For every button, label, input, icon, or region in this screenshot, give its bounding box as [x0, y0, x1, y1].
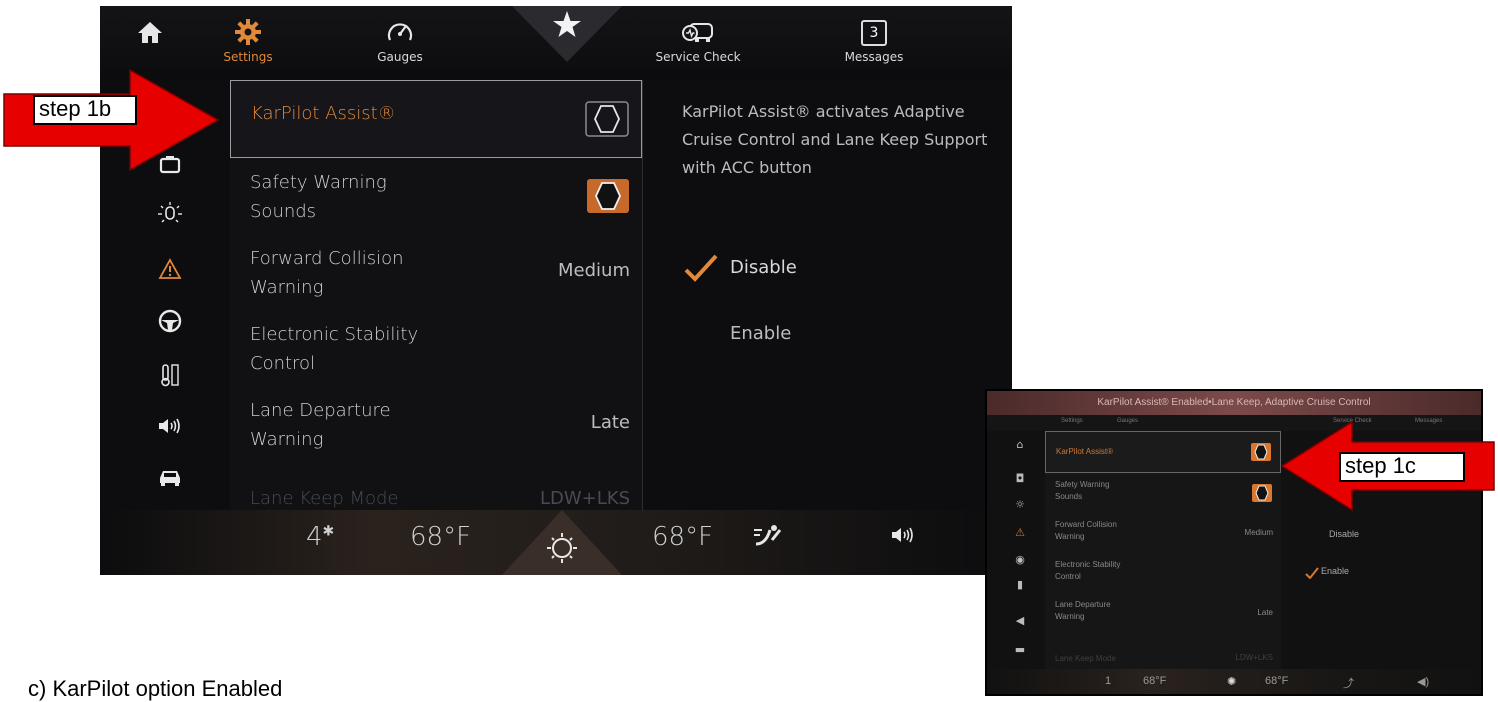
airflow-icon[interactable]: [752, 524, 782, 556]
nav-service-label: Service Check: [655, 50, 741, 64]
option-enable[interactable]: Enable: [730, 323, 791, 344]
right-temperature[interactable]: 68°F: [652, 522, 713, 552]
electronic-stability-label: Electronic Stability Control: [250, 324, 419, 374]
inset-title-banner: KarPilot Assist® Enabled•Lane Keep, Adap…: [987, 391, 1481, 415]
inset-settings-list: KarPilot Assist® Safety Warning Sounds F…: [1045, 431, 1281, 670]
inset-climate-icon: ▮: [1016, 578, 1024, 591]
inset-airflow-icon: ⤴: [1343, 678, 1354, 690]
setting-description: KarPilot Assist® activates Adaptive Crui…: [682, 102, 988, 177]
light-icon[interactable]: [156, 201, 184, 229]
nav-gauges[interactable]: Gauges: [368, 12, 432, 78]
inset-home-icon: ⌂: [1016, 438, 1024, 451]
inset-left-temp: 68°F: [1143, 675, 1167, 687]
karpilot-assist-label: KarPilot Assist®: [251, 103, 396, 124]
inset-option-disable: Disable: [1329, 529, 1360, 539]
inset-row-lane-keep: Lane Keep Mode LDW+LKS: [1045, 633, 1281, 670]
lane-departure-label: Lane Departure Warning: [250, 400, 391, 450]
inset-row-karpilot: KarPilot Assist®: [1045, 431, 1281, 473]
inset-vehicle-icon: ▬: [1014, 643, 1026, 656]
karpilot-toggle-off[interactable]: [585, 101, 629, 137]
step-1c-label: step 1c: [1339, 452, 1465, 482]
inset-fan-speed: 1: [1105, 675, 1112, 687]
infotainment-screen: Settings Gauges Service Check 3 Messages: [100, 6, 1012, 575]
car-service-icon: [648, 12, 748, 50]
inset-defrost-icon: ✺: [1227, 676, 1237, 688]
inset-karpilot-toggle-on: [1251, 443, 1271, 461]
inset-option-enable: Enable: [1321, 566, 1350, 576]
inset-warning-icon: ⚠: [1015, 526, 1025, 539]
vehicle-icon[interactable]: [156, 466, 184, 494]
step-1b-label: step 1b: [33, 95, 137, 125]
list-item-lane-keep-mode[interactable]: Lane Keep Mode LDW+LKS: [230, 462, 642, 510]
caption-c: c) KarPilot option Enabled: [28, 676, 283, 701]
defrost-button[interactable]: [502, 510, 622, 575]
inset-checkmark-icon: [1305, 567, 1319, 579]
top-navigation-bar: Settings Gauges Service Check 3 Messages: [100, 6, 1012, 80]
option-disable[interactable]: Disable: [730, 257, 797, 278]
nav-favorites[interactable]: [512, 6, 622, 64]
safety-warning-label: Safety Warning Sounds: [250, 172, 387, 222]
panel-divider: [642, 80, 643, 510]
inset-climate-bar: 1 68°F ✺ 68°F ⤴ ◀): [987, 669, 1481, 694]
inset-row-forward: Forward Collision Warning Medium: [1045, 513, 1281, 554]
inset-nav-gauges: Gauges: [1117, 418, 1139, 424]
nav-service-check[interactable]: Service Check: [648, 12, 748, 78]
lane-keep-mode-label: Lane Keep Mode: [250, 488, 399, 509]
inset-volume-icon: ◀): [1417, 676, 1430, 688]
inset-audio-icon: ◀: [1015, 614, 1025, 627]
nav-messages[interactable]: 3 Messages: [836, 12, 912, 78]
forward-collision-value: Medium: [558, 260, 630, 281]
volume-icon[interactable]: [890, 524, 920, 552]
left-temperature[interactable]: 68°F: [410, 522, 471, 552]
gear-icon: [218, 12, 278, 50]
list-item-karpilot-assist[interactable]: KarPilot Assist®: [230, 80, 642, 158]
list-item-forward-collision[interactable]: Forward Collision Warning Medium: [230, 234, 642, 311]
nav-messages-label: Messages: [844, 50, 904, 64]
message-icon: 3: [836, 12, 912, 50]
steering-wheel-icon[interactable]: [156, 309, 184, 337]
settings-list: KarPilot Assist® Safety Warning Sounds F…: [230, 80, 642, 510]
climate-icon[interactable]: [156, 363, 184, 391]
message-count-badge: 3: [861, 20, 887, 46]
nav-settings[interactable]: Settings: [218, 12, 278, 78]
inset-nav-settings: Settings: [1061, 418, 1083, 424]
fan-speed[interactable]: 4✱: [306, 522, 334, 552]
nav-settings-label: Settings: [223, 50, 273, 64]
inset-steering-icon: ◉: [1015, 553, 1025, 566]
inset-safety-toggle-on: [1252, 484, 1272, 502]
lane-keep-mode-value: LDW+LKS: [539, 488, 630, 509]
list-item-electronic-stability[interactable]: Electronic Stability Control: [230, 310, 642, 387]
list-item-lane-departure[interactable]: Lane Departure Warning Late: [230, 386, 642, 463]
fan-icon: ✱: [322, 523, 335, 540]
inset-row-lane-departure: Lane Departure Warning Late: [1045, 593, 1281, 634]
audio-icon[interactable]: [156, 416, 184, 444]
lane-departure-value: Late: [590, 412, 630, 433]
inset-camera-icon: ◘: [1015, 472, 1025, 485]
safety-warning-toggle-on[interactable]: [586, 178, 630, 214]
forward-collision-label: Forward Collision Warning: [250, 248, 404, 298]
checkmark-icon: [684, 254, 718, 282]
climate-bar: 4✱ 68°F 68°F: [100, 510, 1012, 575]
inset-right-temp: 68°F: [1265, 675, 1289, 687]
home-icon: [128, 12, 172, 50]
list-item-safety-warning-sounds[interactable]: Safety Warning Sounds: [230, 158, 642, 235]
warning-icon[interactable]: [156, 258, 184, 286]
gauge-icon: [368, 12, 432, 50]
inset-light-icon: ☼: [1015, 498, 1025, 511]
nav-gauges-label: Gauges: [377, 50, 423, 64]
inset-row-safety: Safety Warning Sounds: [1045, 473, 1281, 514]
inset-row-stability: Electronic Stability Control: [1045, 553, 1281, 594]
